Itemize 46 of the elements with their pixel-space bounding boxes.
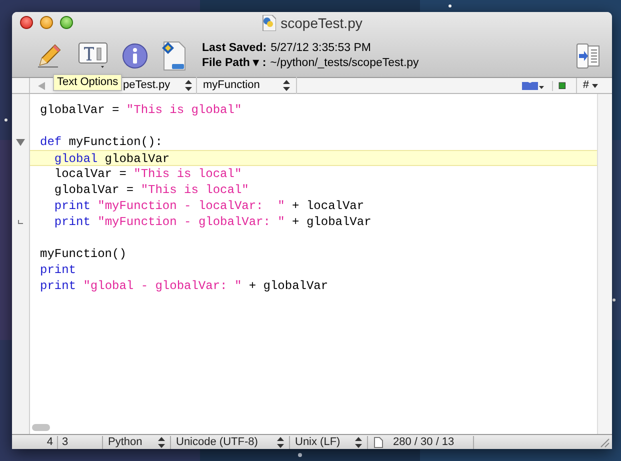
close-button[interactable] [20,16,33,29]
minimize-button[interactable] [40,16,53,29]
document-counts: 280 / 30 / 13 [393,436,454,448]
code-line: globalVar = "This is local" [53,182,249,198]
document-icon [374,436,383,448]
tooltip: Text Options [53,74,122,91]
code-line: global globalVar [53,151,170,165]
encoding-popup[interactable]: Unicode (UTF-8) [176,436,258,448]
code-line: print "myFunction - globalVar: " + globalVar [53,214,372,230]
code-line: print "myFunction - localVar: " + localVar [53,198,364,214]
code-line: localVar = "This is local" [53,166,242,182]
split-view-icon[interactable] [574,42,602,70]
code-line: def myFunction(): [40,134,162,150]
caret-icon [592,84,598,88]
pencil-icon[interactable] [36,42,62,68]
stepper-icon [283,80,290,91]
language-popup[interactable]: Python [108,436,142,448]
stepper-icon [158,436,165,448]
stepper-icon [277,436,284,448]
last-saved-value: 5/27/12 3:35:53 PM [270,40,371,56]
file-popup[interactable]: peTest.py [123,77,170,94]
info-icon[interactable] [122,42,148,68]
scrollbar-thumb[interactable] [32,424,50,431]
window-title: scopeTest.py [280,14,362,33]
file-path-label[interactable]: File Path ▾ : [202,56,266,70]
code-line: print [40,262,76,278]
bookmark-menu-icon[interactable] [522,80,544,90]
last-saved-label: Last Saved: [202,40,267,56]
square-menu-icon[interactable] [552,80,568,90]
fold-triangle-icon[interactable] [16,138,25,146]
counter-menu[interactable]: # [582,77,598,94]
python-file-icon [262,15,276,31]
code-line: globalVar = "This is global" [40,102,242,118]
line-endings-popup[interactable]: Unix (LF) [295,436,340,448]
line-number: 4 [12,436,58,448]
code-line: myFunction() [40,246,126,262]
stepper-icon [185,80,192,91]
zoom-button[interactable] [60,16,73,29]
column-number: 3 [58,436,103,448]
text-options-icon[interactable] [78,40,108,70]
code-line: print "global - globalVar: " + globalVar [40,278,328,294]
text-document-icon[interactable] [160,40,188,72]
file-path-value: ~/python/_tests/scopeTest.py [270,56,419,70]
resize-grip-icon[interactable] [599,436,610,448]
function-popup[interactable]: myFunction [203,77,260,94]
stepper-icon [355,436,362,448]
